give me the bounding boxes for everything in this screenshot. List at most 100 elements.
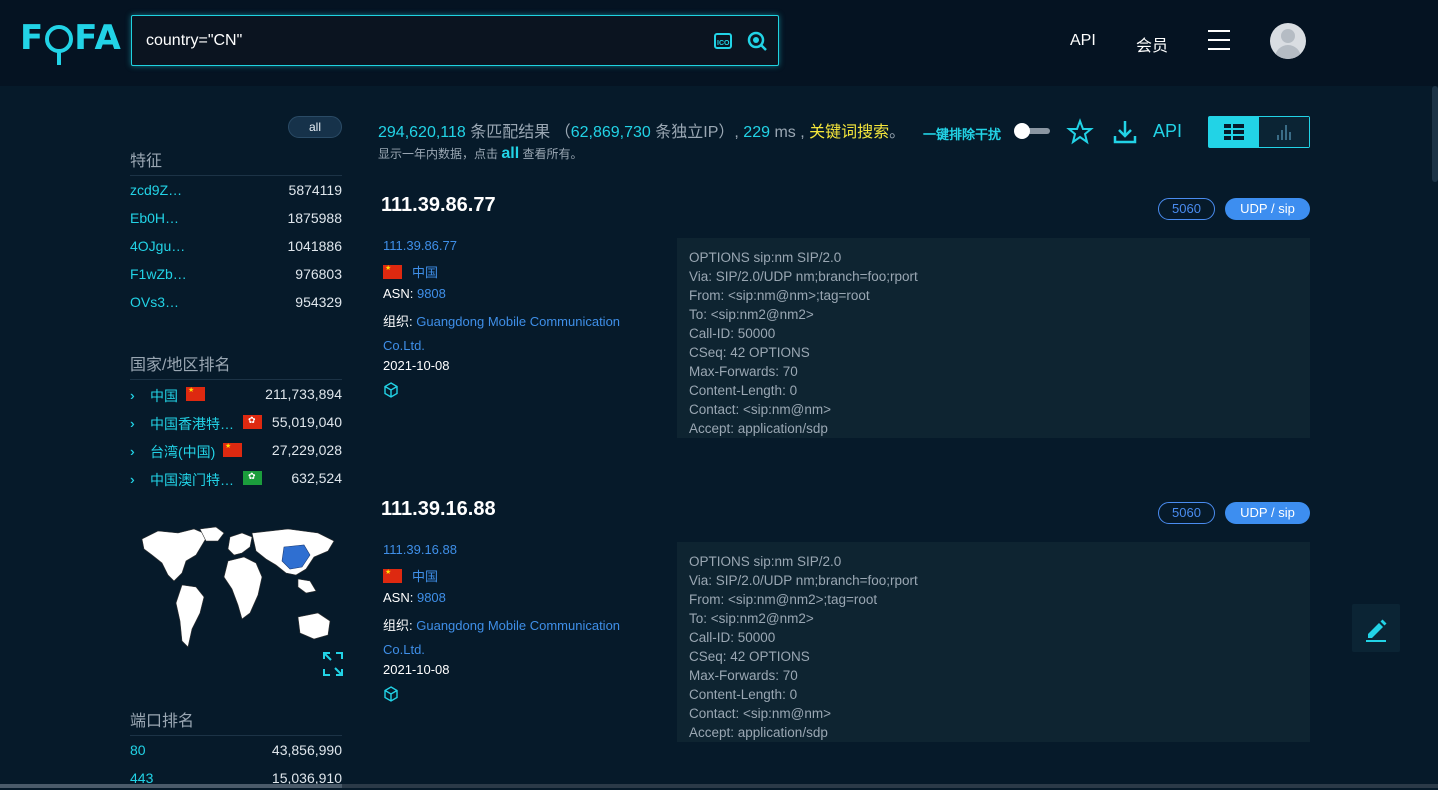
southeast-asia-shape (297, 578, 317, 594)
port-row[interactable]: 80 43,856,990 (130, 742, 342, 762)
banner-line: Content-Length: 0 (689, 687, 798, 702)
cube-icon[interactable] (383, 382, 399, 398)
port-count: 43,856,990 (271, 742, 342, 758)
country-row[interactable]: ›› 台湾(中国) 27,229,028 (130, 442, 342, 462)
download-icon[interactable] (1111, 118, 1139, 146)
banner-line: Max-Forwards: 70 (689, 668, 798, 683)
vertical-scrollbar[interactable] (1432, 86, 1438, 182)
result-date: 2021-10-08 (383, 358, 450, 373)
star-icon[interactable] (1066, 118, 1094, 146)
port-badge[interactable]: 5060 (1158, 502, 1215, 524)
feature-row[interactable]: zcd9Z… 5874119 (130, 182, 342, 202)
feature-key: 4OJgu… (130, 238, 186, 254)
banner-line: Call-ID: 50000 (689, 630, 776, 645)
feature-row[interactable]: 4OJgu… 1041886 (130, 238, 342, 258)
port-badge[interactable]: 5060 (1158, 198, 1215, 220)
feature-row[interactable]: OVs3… 954329 (130, 294, 342, 314)
feature-row[interactable]: Eb0H… 1875988 (130, 210, 342, 230)
features-title: 特征 (130, 153, 163, 170)
port-number: 80 (130, 742, 146, 758)
hong-kong-flag-icon (243, 415, 262, 429)
china-flag-icon (186, 386, 205, 401)
protocol-badge[interactable]: UDP / sip (1225, 502, 1310, 524)
horizontal-scrollbar-thumb[interactable] (0, 784, 342, 788)
search-input[interactable] (146, 29, 686, 53)
australia-shape (297, 612, 331, 640)
cube-icon[interactable] (383, 686, 399, 702)
asn-link[interactable]: 9808 (417, 590, 446, 605)
exclude-noise-toggle[interactable] (1014, 123, 1050, 139)
result-asn: ASN: 9808 (383, 286, 446, 301)
divider (130, 175, 342, 176)
banner-line: From: <sip:nm@nm>;tag=root (689, 288, 870, 303)
logo-text-left: F (20, 18, 45, 58)
feature-key: F1wZb… (130, 266, 187, 282)
all-filter-button[interactable]: all (288, 116, 342, 138)
bar-chart-icon (1277, 125, 1291, 140)
exclude-noise-label: 一键排除干扰 (923, 127, 1002, 142)
banner-line: Contact: <sip:nm@nm> (689, 402, 832, 417)
banner-line: From: <sip:nm@nm2>;tag=root (689, 592, 878, 607)
total-label: 条匹配结果 (470, 124, 551, 141)
unique-open: （ (554, 124, 571, 141)
note-prefix: 显示一年内数据，点击 (378, 147, 499, 161)
result-host-link[interactable]: 111.39.86.77 (383, 238, 457, 253)
banner-line: Via: SIP/2.0/UDP nm;branch=foo;rport (689, 573, 918, 588)
view-switch (1208, 116, 1310, 148)
edit-button[interactable] (1352, 604, 1400, 652)
north-america-shape (141, 528, 209, 582)
asn-link[interactable]: 9808 (417, 286, 446, 301)
banner-line: To: <sip:nm2@nm2> (689, 307, 814, 322)
feature-count: 954329 (295, 294, 342, 310)
avatar[interactable] (1270, 23, 1306, 59)
world-map[interactable] (138, 525, 344, 677)
top-bar: F FA ICO API 会员 (0, 0, 1438, 86)
total-count: 294,620,118 (378, 124, 466, 141)
result-country-link[interactable]: 中国 (412, 262, 438, 281)
country-name: 中国澳门特… (150, 472, 234, 488)
logo-o-icon (45, 25, 74, 65)
nav-member-link[interactable]: 会员 (1136, 32, 1168, 56)
china-flag-icon (223, 442, 242, 457)
result-asn: ASN: 9808 (383, 590, 446, 605)
keyword-search-link[interactable]: 关键词搜索 (809, 124, 889, 141)
icon-search-icon[interactable]: ICO (712, 30, 734, 52)
divider (130, 735, 342, 736)
show-all-link[interactable]: all (501, 145, 519, 162)
result-org: 组织: Guangdong Mobile Communication Co.Lt… (383, 614, 653, 662)
unique-ip-label: 条独立IP）, (655, 124, 739, 141)
banner-line: OPTIONS sip:nm SIP/2.0 (689, 250, 842, 265)
feature-row[interactable]: F1wZb… 976803 (130, 266, 342, 286)
asn-label: ASN: (383, 286, 414, 301)
search-icon[interactable] (746, 30, 768, 52)
fofa-logo[interactable]: F FA (20, 18, 122, 65)
country-count: 27,229,028 (271, 442, 342, 458)
result-ip-title[interactable]: 111.39.16.88 (381, 498, 496, 521)
country-row[interactable]: ›› 中国澳门特… 632,524 (130, 470, 342, 490)
country-count: 55,019,040 (271, 414, 342, 430)
country-row[interactable]: ›› 中国香港特… 55,019,040 (130, 414, 342, 434)
pencil-icon (1366, 619, 1387, 642)
country-row[interactable]: ›› 中国 211,733,894 (130, 386, 342, 406)
result-ip-title[interactable]: 111.39.86.77 (381, 194, 496, 217)
south-america-shape (175, 584, 205, 648)
org-link[interactable]: Guangdong Mobile Communication Co.Ltd. (383, 618, 620, 657)
api-button[interactable]: API (1153, 121, 1182, 142)
feature-count: 5874119 (288, 182, 342, 198)
chevron-right-icon: ›› (130, 416, 133, 431)
nav-api-link[interactable]: API (1070, 32, 1096, 50)
protocol-badge[interactable]: UDP / sip (1225, 198, 1310, 220)
result-host-link[interactable]: 111.39.16.88 (383, 542, 457, 557)
banner-line: CSeq: 42 OPTIONS (689, 345, 810, 360)
result-country-link[interactable]: 中国 (412, 566, 438, 585)
summary-period: 。 (889, 124, 906, 141)
stats-view-button[interactable] (1259, 117, 1309, 147)
list-view-button[interactable] (1209, 117, 1259, 147)
query-time: 229 (743, 124, 770, 141)
banner-line: Call-ID: 50000 (689, 326, 776, 341)
country-name: 台湾(中国) (150, 444, 216, 460)
org-link[interactable]: Guangdong Mobile Communication Co.Ltd. (383, 314, 620, 353)
chevron-right-icon: ›› (130, 444, 133, 459)
banner-line: CSeq: 42 OPTIONS (689, 649, 810, 664)
menu-icon[interactable] (1208, 30, 1230, 50)
